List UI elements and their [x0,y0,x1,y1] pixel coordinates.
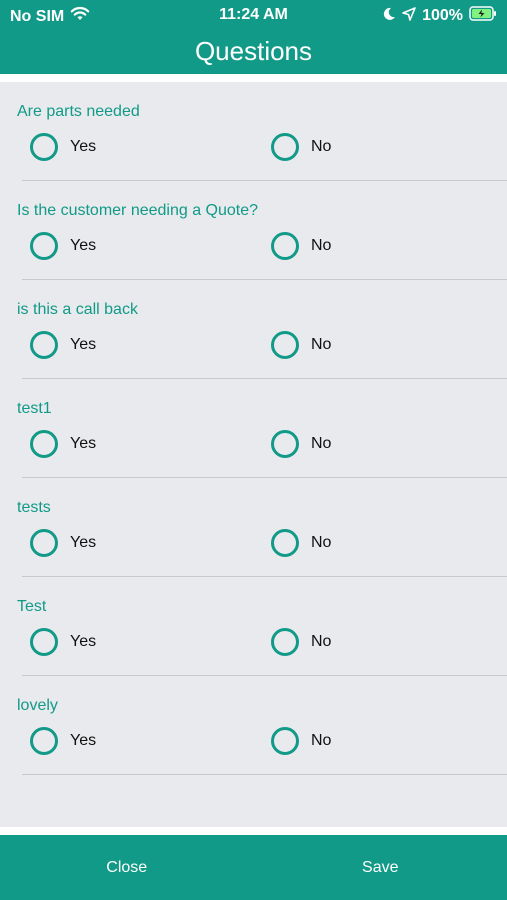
question-label: Test [17,598,47,615]
footer-bar: Close Save [0,835,507,900]
no-label: No [311,435,332,452]
no-option[interactable]: No [271,232,331,260]
page-title: Questions [194,36,313,66]
radio-button-icon[interactable] [30,133,58,161]
yes-option[interactable]: Yes [30,133,96,161]
no-option[interactable]: No [271,430,331,458]
moon-icon [382,7,396,26]
yes-option[interactable]: Yes [30,232,96,260]
no-option[interactable]: No [271,529,331,557]
radio-button-icon[interactable] [271,628,299,656]
radio-button-icon[interactable] [30,529,58,557]
question-item: Are parts needed Yes No [0,82,507,181]
no-label: No [311,534,332,551]
yes-label: Yes [70,732,97,749]
no-option[interactable]: No [271,331,331,359]
yes-label: Yes [70,534,97,551]
yes-label: Yes [70,435,97,452]
question-item: Test Yes No [0,577,507,676]
question-item: is this a call back Yes No [0,280,507,379]
question-label: Are parts needed [17,103,140,120]
yes-option[interactable]: Yes [30,430,96,458]
radio-button-icon[interactable] [271,331,299,359]
divider [22,774,507,775]
yes-label: Yes [70,633,97,650]
location-arrow-icon [402,6,416,26]
yes-option[interactable]: Yes [30,331,96,359]
radio-button-icon[interactable] [271,529,299,557]
question-item: tests Yes No [0,478,507,577]
save-button[interactable]: Save [254,835,507,900]
yes-label: Yes [70,237,97,254]
no-label: No [311,336,332,353]
yes-label: Yes [70,138,97,155]
radio-button-icon[interactable] [271,133,299,161]
radio-button-icon[interactable] [30,628,58,656]
questions-list: Are parts needed Yes No Is the customer … [0,82,507,775]
question-label: tests [17,499,51,516]
app-header: No SIM 11:24 AM 100% Questions [0,0,507,74]
radio-button-icon[interactable] [30,727,58,755]
close-button[interactable]: Close [0,835,254,900]
yes-option[interactable]: Yes [30,727,96,755]
yes-option[interactable]: Yes [30,628,96,656]
header-separator [0,74,507,82]
status-right: 100% [382,6,497,26]
radio-button-icon[interactable] [271,727,299,755]
no-label: No [311,633,332,650]
question-label: test1 [17,400,52,417]
no-label: No [311,732,332,749]
question-item: test1 Yes No [0,379,507,478]
status-bar: No SIM 11:24 AM 100% [0,0,507,30]
question-label: lovely [17,697,58,714]
no-option[interactable]: No [271,133,331,161]
no-option[interactable]: No [271,628,331,656]
radio-button-icon[interactable] [30,331,58,359]
yes-label: Yes [70,336,97,353]
battery-icon [469,6,497,26]
no-label: No [311,237,332,254]
yes-option[interactable]: Yes [30,529,96,557]
question-item: lovely Yes No [0,676,507,775]
no-label: No [311,138,332,155]
question-label: is this a call back [17,301,138,318]
radio-button-icon[interactable] [30,430,58,458]
question-item: Is the customer needing a Quote? Yes No [0,181,507,280]
radio-button-icon[interactable] [271,232,299,260]
radio-button-icon[interactable] [271,430,299,458]
no-option[interactable]: No [271,727,331,755]
footer-separator [0,827,507,835]
battery-percent: 100% [422,7,463,24]
question-label: Is the customer needing a Quote? [17,202,259,219]
radio-button-icon[interactable] [30,232,58,260]
